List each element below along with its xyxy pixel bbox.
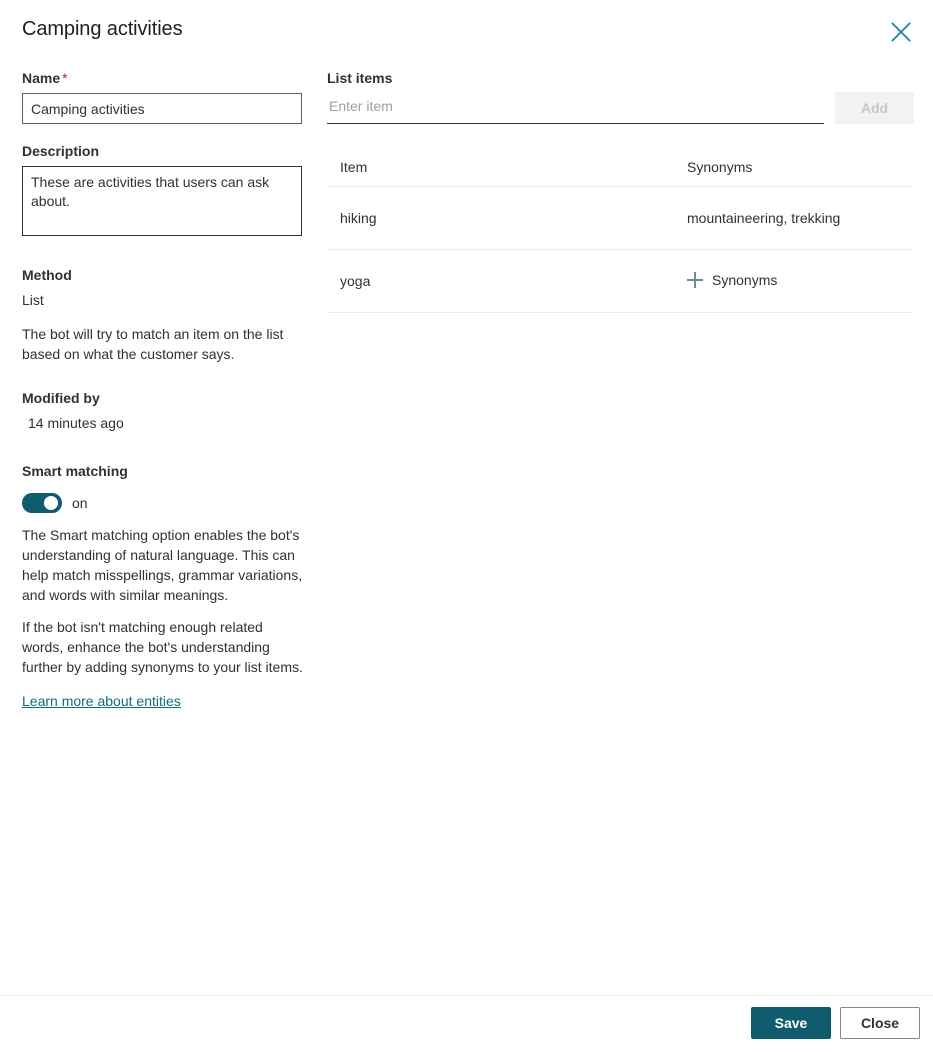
- name-field-label: Name *: [22, 68, 312, 88]
- cell-synonyms: mountaineering, trekking: [687, 210, 841, 226]
- learn-more-link[interactable]: Learn more about entities: [22, 691, 181, 711]
- column-header-synonyms: Synonyms: [687, 158, 753, 175]
- method-value: List: [22, 292, 44, 308]
- smart-matching-toggle-row: on: [22, 493, 312, 513]
- modified-by-label: Modified by: [22, 390, 100, 406]
- toggle-knob: [44, 496, 58, 510]
- list-items-label: List items: [327, 70, 393, 86]
- cell-item: yoga: [340, 273, 371, 289]
- add-synonyms-label: Synonyms: [712, 271, 778, 288]
- add-synonyms-button[interactable]: Synonyms: [687, 270, 777, 290]
- plus-icon: [687, 271, 703, 288]
- close-icon: [890, 21, 912, 43]
- table-row[interactable]: hiking mountaineering, trekking: [327, 187, 913, 250]
- smart-matching-label: Smart matching: [22, 463, 128, 479]
- smart-matching-toggle[interactable]: [22, 493, 62, 513]
- smart-matching-state-label: on: [72, 495, 88, 511]
- cell-synonyms: Synonyms: [687, 270, 913, 293]
- table-row[interactable]: yoga Synonyms: [327, 250, 913, 313]
- method-help-text: The bot will try to match an item on the…: [22, 326, 284, 362]
- method-label: Method: [22, 267, 72, 283]
- list-item-input[interactable]: [327, 92, 824, 124]
- modified-by-value: 14 minutes ago: [28, 415, 124, 431]
- column-header-item: Item: [340, 158, 368, 175]
- panel-footer: Save Close: [0, 995, 933, 1052]
- add-item-row: Add: [327, 92, 914, 124]
- page-title: Camping activities: [22, 18, 183, 40]
- add-item-button[interactable]: Add: [835, 92, 914, 124]
- required-asterisk: *: [62, 70, 68, 86]
- list-items-column: List items Add Item Synonyms hiking moun…: [327, 68, 914, 313]
- list-items-table: Item Synonyms hiking mountaineering, tre…: [327, 155, 913, 313]
- description-textarea[interactable]: [22, 166, 302, 236]
- footer-actions: Save Close: [751, 1007, 920, 1039]
- cell-item: hiking: [340, 210, 377, 226]
- name-input[interactable]: [22, 93, 302, 124]
- close-button[interactable]: [884, 15, 918, 49]
- save-button[interactable]: Save: [751, 1007, 831, 1039]
- name-label-text: Name: [22, 70, 61, 86]
- panel-header: Camping activities: [0, 0, 933, 62]
- smart-matching-paragraph-1: The Smart matching option enables the bo…: [22, 527, 303, 603]
- table-header-row: Item Synonyms: [327, 155, 913, 187]
- left-details-column: Name* Description Method List The bot wi…: [22, 68, 312, 711]
- close-button-footer[interactable]: Close: [840, 1007, 920, 1039]
- smart-matching-paragraph-2: If the bot isn't matching enough related…: [22, 619, 303, 675]
- description-field-label: Description: [22, 143, 100, 159]
